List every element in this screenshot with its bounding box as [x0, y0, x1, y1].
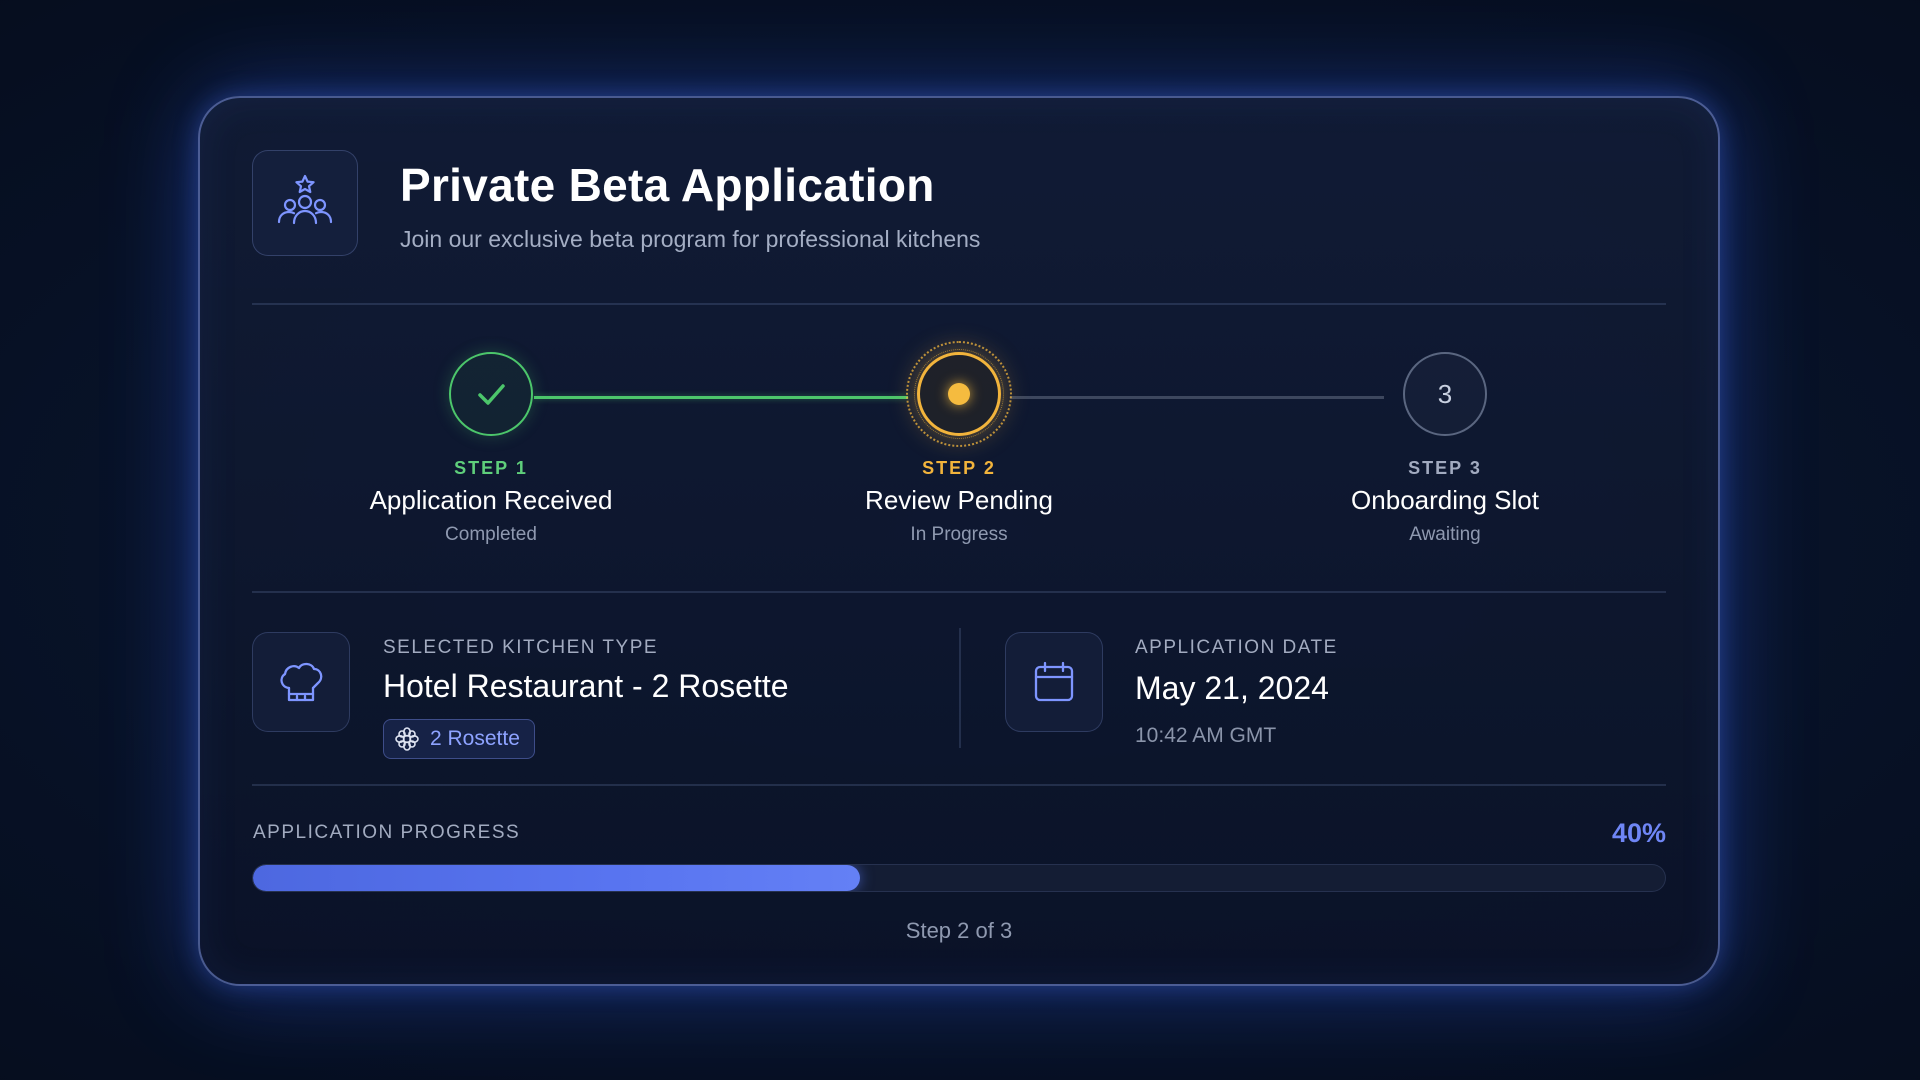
step-3-status: Awaiting — [1409, 524, 1481, 545]
progress-label: APPLICATION PROGRESS — [253, 822, 521, 843]
progress-percent: 40% — [1611, 818, 1666, 848]
application-date-value: May 21, 2024 — [1135, 670, 1329, 706]
progress-bar-fill — [253, 865, 861, 891]
step-3-title: Onboarding Slot — [1351, 485, 1539, 515]
step-2: STEP 2 Review Pending In Progress — [779, 341, 1139, 546]
check-icon — [478, 384, 505, 405]
active-dot-icon — [948, 383, 970, 405]
rosette-icon — [395, 727, 419, 751]
kitchen-type-label: SELECTED KITCHEN TYPE — [383, 637, 659, 658]
stepper-divider — [252, 591, 1666, 593]
rosette-badge: 2 Rosette — [383, 719, 535, 759]
chef-hat-icon — [252, 632, 350, 732]
kitchen-type-value: Hotel Restaurant - 2 Rosette — [383, 668, 789, 704]
step-1-kicker: STEP 1 — [454, 458, 528, 478]
beta-application-card: Private Beta Application Join our exclus… — [198, 96, 1720, 986]
progress-bar — [252, 864, 1666, 892]
step-1-status: Completed — [445, 524, 537, 545]
step-3: 3 STEP 3 Onboarding Slot Awaiting — [1265, 352, 1625, 546]
progress-step-text: Step 2 of 3 — [905, 918, 1013, 943]
header-divider — [252, 303, 1666, 305]
step-3-indicator: 3 — [1403, 352, 1487, 436]
info-bottom-divider — [252, 784, 1666, 786]
info-divider — [959, 628, 961, 748]
page-subtitle: Join our exclusive beta program for prof… — [400, 226, 981, 252]
step-2-indicator — [906, 341, 1012, 447]
rosette-badge-label: 2 Rosette — [430, 727, 520, 750]
calendar-icon — [1005, 632, 1103, 732]
step-1-title: Application Received — [369, 485, 613, 515]
step-3-kicker: STEP 3 — [1408, 458, 1482, 478]
step-1: STEP 1 Application Received Completed — [311, 352, 671, 546]
page-title: Private Beta Application — [400, 159, 935, 211]
application-time: 10:42 AM GMT — [1135, 724, 1277, 747]
step-2-title: Review Pending — [865, 485, 1053, 515]
users-star-icon — [252, 150, 358, 256]
step-1-indicator — [449, 352, 533, 436]
step-2-kicker: STEP 2 — [922, 458, 996, 478]
step-2-status: In Progress — [910, 524, 1008, 545]
application-date-label: APPLICATION DATE — [1135, 637, 1338, 658]
